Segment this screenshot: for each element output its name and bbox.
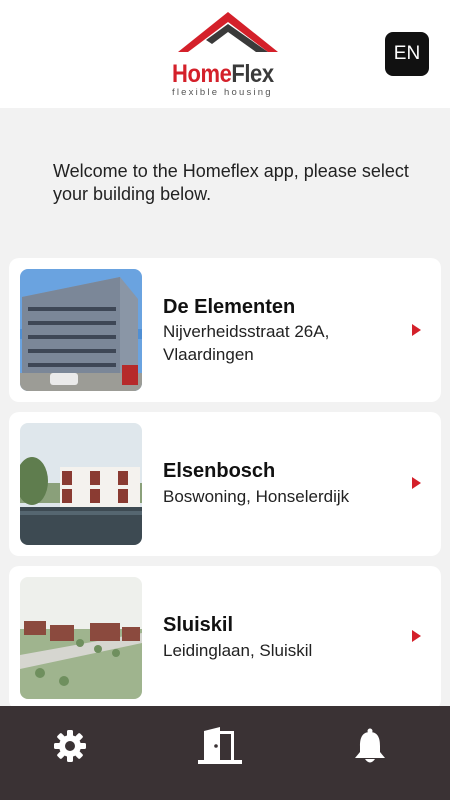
building-photo <box>20 577 142 699</box>
settings-button[interactable] <box>48 724 92 768</box>
logo-tagline: flexible housing <box>172 87 273 98</box>
chevron-right-icon <box>412 477 421 489</box>
bottom-nav <box>0 706 450 800</box>
building-name: De Elementen <box>163 296 296 318</box>
building-photo <box>20 269 142 391</box>
building-address: Leidinglaan, Sluiskil <box>163 641 313 660</box>
building-address: Nijverheidsstraat 26A, Vlaardingen <box>163 322 330 364</box>
building-name: Sluiskil <box>163 614 234 636</box>
settings-icon <box>54 730 86 762</box>
chevron-right-icon <box>412 324 421 336</box>
chevron-right-icon <box>412 630 421 642</box>
building-photo <box>20 423 142 545</box>
building-card-sluiskil[interactable]: Sluiskil Leidinglaan, Sluiskil <box>9 566 441 710</box>
notifications-button[interactable] <box>348 724 392 768</box>
logo-roof-icon <box>178 12 278 52</box>
app-header: HomeFlex flexible housing EN <box>0 0 450 108</box>
building-address: Boswoning, Honselerdijk <box>163 487 350 506</box>
logo-wordmark: HomeFlex <box>172 60 274 88</box>
language-button[interactable]: EN <box>385 32 429 76</box>
door-exit-icon <box>198 727 242 764</box>
homeflex-logo: HomeFlex flexible housing <box>168 10 283 100</box>
bell-icon <box>355 728 385 763</box>
building-card-elsenbosch[interactable]: Elsenbosch Boswoning, Honselerdijk <box>9 412 441 556</box>
welcome-text: Welcome to the Homeflex app, please sele… <box>53 161 409 204</box>
building-card-de-elementen[interactable]: De Elementen Nijverheidsstraat 26A, Vlaa… <box>9 258 441 402</box>
logout-button[interactable] <box>198 724 242 768</box>
building-name: Elsenbosch <box>163 460 276 482</box>
